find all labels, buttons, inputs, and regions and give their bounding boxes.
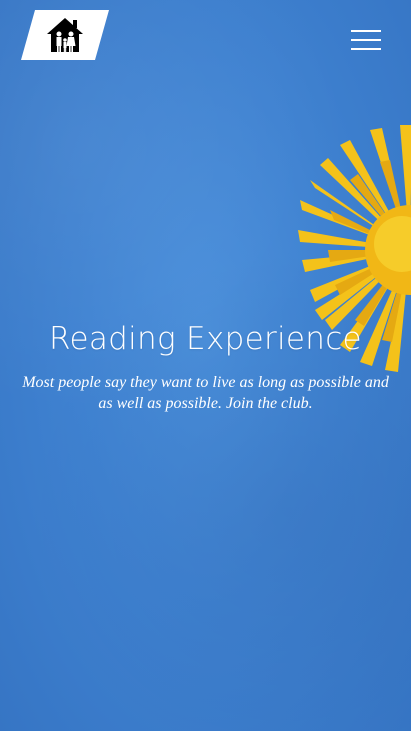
- hero-title: Reading Experience: [49, 321, 362, 357]
- hero-section: Reading Experience Most people say they …: [0, 318, 411, 414]
- family-house-icon: [21, 10, 109, 60]
- site-logo[interactable]: [21, 10, 109, 60]
- hero-page: Reading Experience Most people say they …: [0, 0, 411, 731]
- hero-subtitle: Most people say they want to live as lon…: [22, 374, 389, 412]
- menu-line-middle: [351, 39, 381, 41]
- menu-line-bottom: [351, 48, 381, 50]
- menu-line-top: [351, 30, 381, 32]
- hamburger-menu-icon[interactable]: [351, 28, 381, 52]
